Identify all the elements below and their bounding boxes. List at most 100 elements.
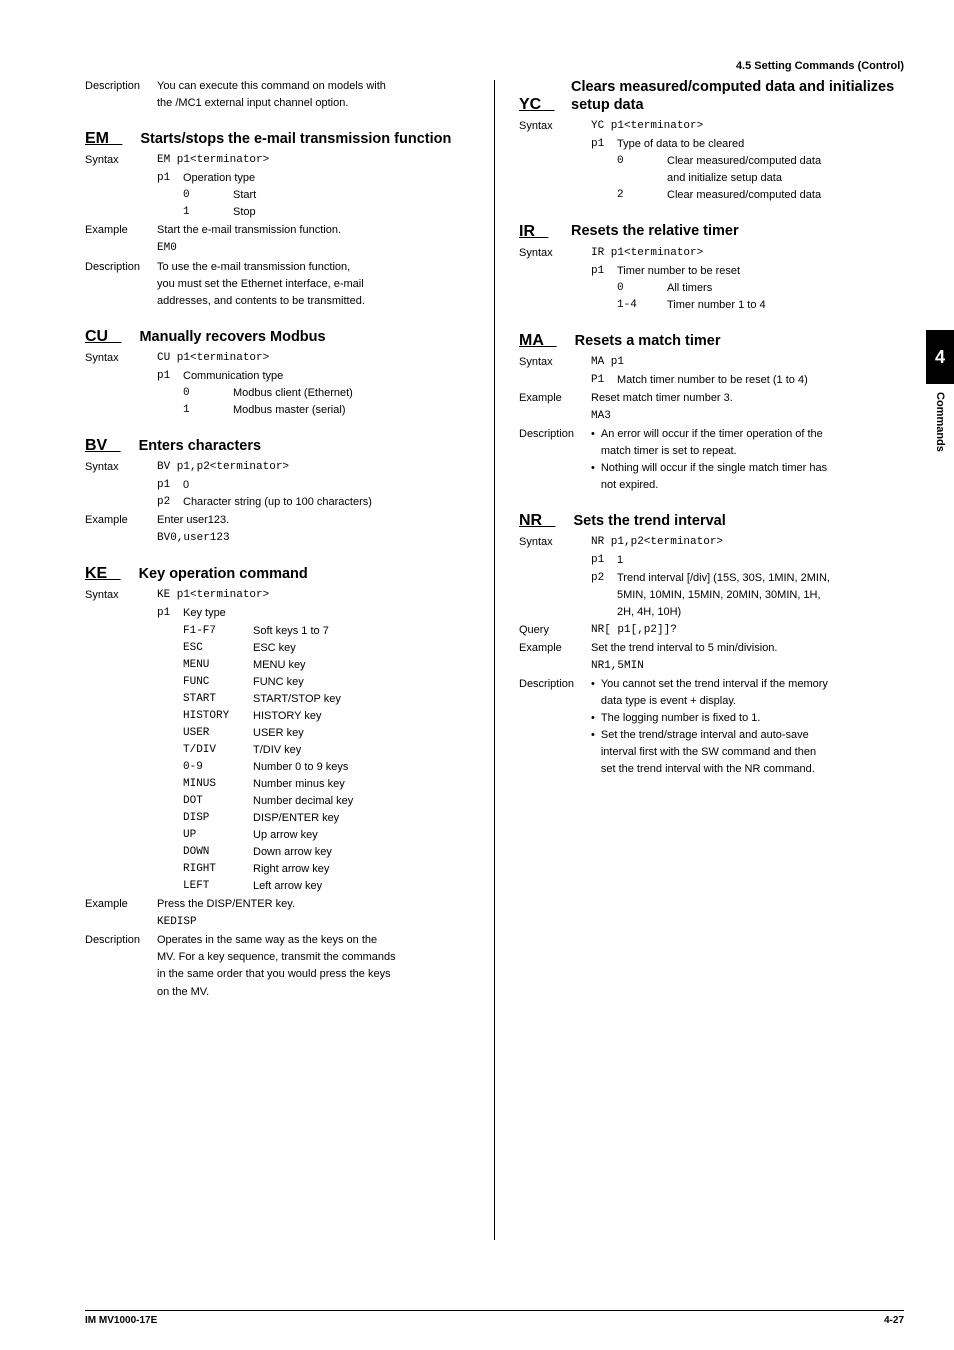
opt-val: All timers: [667, 280, 712, 297]
intro-line1: You can execute this command on models w…: [157, 80, 386, 92]
chapter-label: Commands: [934, 392, 946, 452]
p1-desc: Timer number to be reset: [617, 263, 740, 280]
key-code: DOT: [183, 793, 253, 810]
cmd-title-em: Starts/stops the e-mail transmission fun…: [140, 130, 451, 148]
label-syntax: Syntax: [519, 245, 591, 262]
key-desc: Number decimal key: [253, 793, 353, 810]
key-desc: T/DIV key: [253, 742, 301, 759]
syntax-ir: IR p1<terminator>: [591, 245, 904, 262]
label-example: Example: [85, 222, 157, 239]
label-description: Description: [85, 78, 157, 112]
chapter-number: 4: [926, 330, 954, 384]
example-text: Start the e-mail transmission function.: [157, 222, 470, 239]
cmd-title-cu: Manually recovers Modbus: [139, 328, 325, 346]
cmd-title-ir: Resets the relative timer: [571, 222, 739, 240]
desc-line: in the same order that you would press t…: [157, 968, 391, 980]
key-code: USER: [183, 725, 253, 742]
example-code: NR1,5MIN: [591, 658, 904, 675]
label-description: Description: [85, 259, 157, 310]
cmd-code-bv: BV: [85, 437, 121, 455]
example-code: BV0,user123: [157, 530, 470, 547]
bullet-text: data type is event + display.: [601, 695, 736, 707]
p1-desc: Type of data to be cleared: [617, 136, 744, 153]
opt-key: 0: [617, 280, 667, 297]
desc-line: Operates in the same way as the keys on …: [157, 934, 377, 946]
bullet-text: interval first with the SW command and t…: [601, 746, 816, 758]
p1-desc: Communication type: [183, 368, 283, 385]
key-code: LEFT: [183, 878, 253, 895]
bullet-text: Set the trend/strage interval and auto-s…: [601, 729, 809, 741]
label-syntax: Syntax: [519, 118, 591, 135]
key-code: START: [183, 691, 253, 708]
opt-key: 1-4: [617, 297, 667, 314]
side-tab: 4 Commands: [926, 330, 954, 452]
key-code: 0-9: [183, 759, 253, 776]
label-example: Example: [519, 640, 591, 657]
left-column: Description You can execute this command…: [85, 78, 470, 1240]
example-code: KEDISP: [157, 914, 470, 931]
opt-val: Clear measured/computed data: [667, 187, 821, 204]
key-desc: Down arrow key: [253, 844, 332, 861]
key-desc: Soft keys 1 to 7: [253, 623, 329, 640]
key-desc: DISP/ENTER key: [253, 810, 339, 827]
p1-key: p1: [591, 136, 617, 153]
opt-key: 2: [617, 187, 667, 204]
label-syntax: Syntax: [519, 354, 591, 371]
bullet-text: Nothing will occur if the single match t…: [601, 462, 827, 474]
cmd-title-nr: Sets the trend interval: [573, 512, 725, 530]
p2-desc: Trend interval [/div] (15S, 30S, 1MIN, 2…: [617, 572, 830, 584]
right-column: YC Clears measured/computed data and ini…: [519, 78, 904, 1240]
cmd-code-em: EM: [85, 130, 122, 148]
key-code: DISP: [183, 810, 253, 827]
label-example: Example: [85, 896, 157, 913]
cmd-title-yc: Clears measured/computed data and initia…: [571, 78, 904, 114]
bullet-text: An error will occur if the timer operati…: [601, 428, 823, 440]
syntax-em: EM p1<terminator>: [157, 152, 470, 169]
syntax-ke: KE p1<terminator>: [157, 587, 470, 604]
example-text: Reset match timer number 3.: [591, 390, 904, 407]
label-description: Description: [85, 932, 157, 1000]
key-desc: Number 0 to 9 keys: [253, 759, 348, 776]
key-code: DOWN: [183, 844, 253, 861]
cmd-code-ma: MA: [519, 332, 557, 350]
key-desc: USER key: [253, 725, 304, 742]
opt-val: and initialize setup data: [667, 172, 782, 184]
key-code: HISTORY: [183, 708, 253, 725]
syntax-yc: YC p1<terminator>: [591, 118, 904, 135]
key-desc: Up arrow key: [253, 827, 318, 844]
key-code: FUNC: [183, 674, 253, 691]
opt-val: Modbus master (serial): [233, 402, 345, 419]
syntax-cu: CU p1<terminator>: [157, 350, 470, 367]
example-text: Set the trend interval to 5 min/division…: [591, 640, 904, 657]
desc-line: To use the e-mail transmission function,: [157, 261, 350, 273]
key-desc: MENU key: [253, 657, 306, 674]
bullet-text: match timer is set to repeat.: [601, 445, 737, 457]
label-example: Example: [519, 390, 591, 407]
p2-desc: 5MIN, 10MIN, 15MIN, 20MIN, 30MIN, 1H,: [617, 589, 821, 601]
p2-key: p2: [157, 494, 183, 511]
opt-val: Clear measured/computed data: [667, 155, 821, 167]
key-desc: Number minus key: [253, 776, 345, 793]
key-desc: Right arrow key: [253, 861, 329, 878]
footer-left: IM MV1000-17E: [85, 1315, 157, 1326]
label-description: Description: [519, 676, 591, 778]
desc-line: MV. For a key sequence, transmit the com…: [157, 951, 396, 963]
p1-key: p1: [157, 170, 183, 187]
cmd-code-ir: IR: [519, 223, 553, 241]
cmd-code-cu: CU: [85, 328, 121, 346]
opt-val: Start: [233, 187, 256, 204]
cmd-code-ke: KE: [85, 565, 121, 583]
p1-key: P1: [591, 372, 617, 389]
opt-key: 0: [617, 153, 667, 187]
p1-key: p1: [591, 263, 617, 280]
label-syntax: Syntax: [85, 350, 157, 367]
bullet-text: set the trend interval with the NR comma…: [601, 763, 815, 775]
intro-line2: the /MC1 external input channel option.: [157, 97, 348, 109]
p1-desc: Match timer number to be reset (1 to 4): [617, 372, 808, 389]
example-code: EM0: [157, 240, 470, 257]
syntax-bv: BV p1,p2<terminator>: [157, 459, 470, 476]
p2-desc: Character string (up to 100 characters): [183, 494, 372, 511]
column-divider: [494, 80, 495, 1240]
p1-key: p1: [157, 605, 183, 622]
key-code: MENU: [183, 657, 253, 674]
